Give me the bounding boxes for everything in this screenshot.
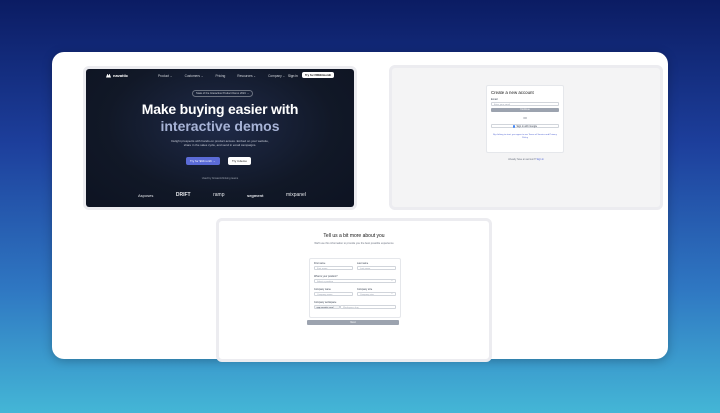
position-label: What is your position? xyxy=(314,275,338,278)
top-nav: navattic Product Customers Pricing Resou… xyxy=(86,72,354,81)
landing-page-screenshot: navattic Product Customers Pricing Resou… xyxy=(83,66,357,210)
primary-cta-button[interactable]: Try for $0/month → xyxy=(186,157,220,165)
nav-product[interactable]: Product xyxy=(158,74,173,78)
signup-screenshot: Create a new account Email Enter your em… xyxy=(389,65,663,210)
landing-hero: navattic Product Customers Pricing Resou… xyxy=(86,69,354,207)
announcement-pill[interactable]: State of the Interactive Product Demo 20… xyxy=(192,90,254,97)
nav-pricing[interactable]: Pricing xyxy=(216,74,226,78)
workspace-input[interactable]: Workspace slug xyxy=(340,305,396,309)
hero-subtext: Delight prospects with hands-on product … xyxy=(171,139,269,148)
secondary-cta-button[interactable]: Try it demo xyxy=(228,157,251,165)
sign-in-link[interactable]: Sign in xyxy=(288,74,298,78)
terms-text[interactable]: By clicking to start, you agree to our T… xyxy=(493,134,557,140)
headline-line-1: Make buying easier with xyxy=(141,101,299,117)
sign-in-link[interactable]: Sign in xyxy=(537,158,544,161)
signup-title: Create a new account xyxy=(491,90,534,95)
showcase-card: navattic Product Customers Pricing Resou… xyxy=(52,52,668,362)
nav-company[interactable]: Company xyxy=(268,74,285,78)
nav-customers[interactable]: Customers xyxy=(185,74,204,78)
company-name-input[interactable]: Company name xyxy=(314,292,353,296)
last-name-label: Last name xyxy=(357,262,369,265)
workspace-label: Company workspace xyxy=(314,301,337,304)
customer-logo-mixpanel: mixpanel xyxy=(285,192,306,198)
position-select[interactable]: Select a position xyxy=(314,279,396,283)
nav-links: Product Customers Pricing Resources Comp… xyxy=(158,74,285,78)
google-signin-button[interactable]: Sign in with Google xyxy=(491,124,559,128)
nav-resources[interactable]: Resources xyxy=(237,74,256,78)
customer-logos: Asposes DRIFT ramp segment mixpanel xyxy=(138,192,306,198)
brand-logo[interactable]: navattic xyxy=(106,73,128,78)
continue-button[interactable]: Continue xyxy=(491,108,559,112)
headline-line-2: interactive demos xyxy=(160,118,280,134)
already-account-label: Already have an account? xyxy=(508,158,536,161)
email-label: Email xyxy=(491,98,498,101)
about-form: First name First name Last name Last nam… xyxy=(309,258,401,318)
or-divider: OR xyxy=(523,117,527,120)
customer-logo-segment: segment xyxy=(246,192,264,198)
form-title: Tell us a bit more about you xyxy=(323,233,385,239)
company-size-select[interactable]: Company size xyxy=(357,292,396,296)
first-name-input[interactable]: First name xyxy=(314,266,353,270)
already-account-text: Already have an account? Sign in xyxy=(392,158,660,161)
customer-logo-asposes: Asposes xyxy=(138,192,154,198)
next-button[interactable]: Next xyxy=(307,320,399,325)
navattic-logo-icon xyxy=(106,73,111,78)
try-free-button[interactable]: Try for FREE/month xyxy=(302,72,335,78)
brand-name: navattic xyxy=(113,73,129,78)
customer-logo-drift: DRIFT xyxy=(175,192,191,198)
first-name-label: First name xyxy=(314,262,326,265)
form-subtitle: We'll use this information to provide yo… xyxy=(314,242,394,245)
last-name-input[interactable]: Last name xyxy=(357,266,396,270)
email-input[interactable]: Enter your email xyxy=(491,102,559,106)
about-you-screenshot: Tell us a bit more about you We'll use t… xyxy=(216,218,492,362)
company-size-label: Company size xyxy=(357,288,373,291)
google-signin-label: Sign in with Google xyxy=(516,125,538,128)
company-name-label: Company name xyxy=(314,288,331,291)
customer-logo-ramp: ramp xyxy=(213,192,225,198)
trusted-by-label: Used by forward-thinking teams xyxy=(201,177,239,180)
signup-card: Create a new account Email Enter your em… xyxy=(486,85,564,153)
workspace-prefix: app.navattic.com/ xyxy=(314,305,340,309)
